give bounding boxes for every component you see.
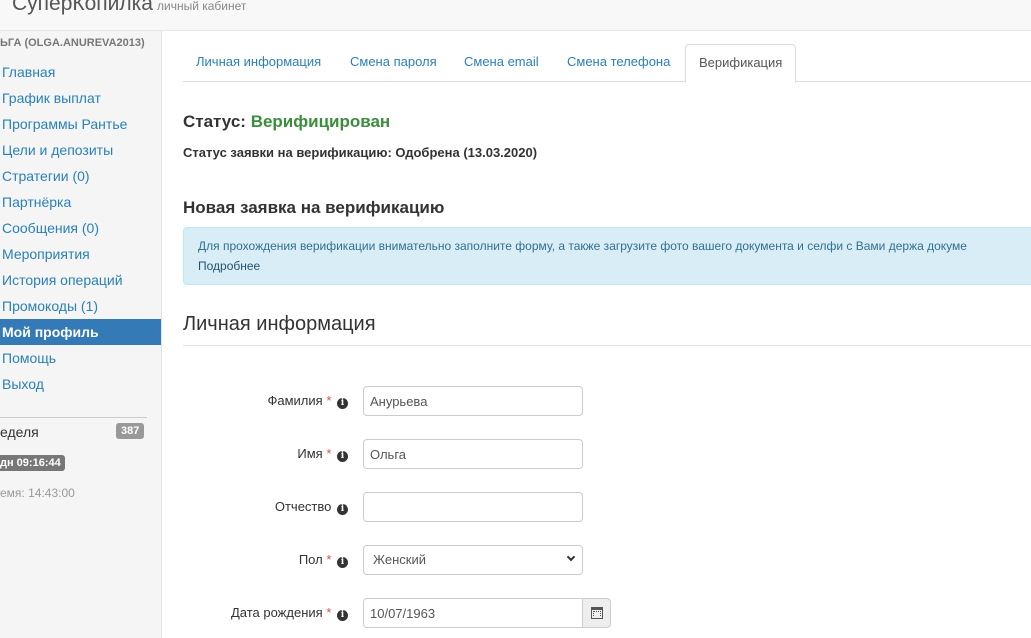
tab-change-phone[interactable]: Смена телефона	[554, 44, 683, 82]
sidebar-item-promocodes[interactable]: Промокоды (1)	[0, 293, 161, 319]
lastname-label-text: Фамилия	[267, 393, 323, 408]
status-label: Статус:	[183, 112, 246, 131]
tab-change-password[interactable]: Смена пароля	[337, 44, 450, 82]
firstname-input[interactable]	[363, 439, 583, 469]
more-link[interactable]: Подробнее	[198, 259, 260, 273]
info-icon[interactable]: i	[337, 398, 348, 409]
sidebar: ЬГА (OLGA.ANUREVA2013) Главная График вы…	[0, 31, 162, 638]
sidebar-item-affiliate[interactable]: Партнёрка	[0, 189, 161, 215]
required-mark: *	[326, 393, 332, 408]
info-icon[interactable]: i	[337, 557, 348, 568]
gender-label: Пол * i	[299, 552, 348, 568]
section-divider	[183, 345, 1031, 346]
required-mark: *	[326, 446, 332, 461]
info-icon[interactable]: i	[337, 504, 348, 515]
firstname-label-text: Имя	[297, 446, 323, 461]
brand-logo[interactable]: СуперКопилка личный кабинет	[12, 0, 246, 16]
profile-tabs: Личная информация Смена пароля Смена ema…	[183, 44, 1031, 83]
week-count-badge: 387	[116, 423, 145, 439]
sidebar-item-payment-schedule[interactable]: График выплат	[0, 85, 161, 111]
birthdate-label-text: Дата рождения	[230, 605, 323, 620]
tab-verification[interactable]: Верификация	[685, 44, 797, 83]
sidebar-item-events[interactable]: Мероприятия	[0, 241, 161, 267]
tab-personal-info[interactable]: Личная информация	[183, 44, 334, 82]
firstname-label: Имя * i	[297, 446, 348, 462]
info-icon[interactable]: i	[337, 610, 348, 621]
status-value: Верифицирован	[250, 112, 391, 131]
sidebar-user-name: ЬГА (OLGA.ANUREVA2013)	[0, 37, 145, 49]
birthdate-input[interactable]	[363, 598, 583, 628]
tab-change-email[interactable]: Смена email	[451, 44, 552, 82]
gender-select-value: Женский	[373, 552, 426, 567]
middlename-label-text: Отчество	[274, 499, 332, 514]
sidebar-item-help[interactable]: Помощь	[0, 345, 161, 371]
sidebar-divider	[0, 417, 147, 418]
required-mark: *	[326, 605, 332, 620]
required-mark: *	[326, 552, 332, 567]
middlename-label: Отчество i	[275, 499, 348, 515]
sidebar-item-goals-deposits[interactable]: Цели и депозиты	[0, 137, 161, 163]
sidebar-item-my-profile[interactable]: Мой профиль	[0, 319, 161, 345]
sidebar-item-home[interactable]: Главная	[0, 59, 161, 85]
lastname-input[interactable]	[363, 386, 583, 416]
info-icon[interactable]: i	[337, 451, 348, 462]
sidebar-item-operations-history[interactable]: История операций	[0, 267, 161, 293]
birthdate-label: Дата рождения * i	[231, 605, 348, 621]
gender-label-text: Пол	[298, 552, 323, 567]
sidebar-item-rentier-programs[interactable]: Программы Рантье	[0, 111, 161, 137]
alert-text: Для прохождения верификации внимательно …	[198, 239, 967, 253]
gender-select[interactable]: Женский	[363, 545, 583, 575]
sidebar-item-messages[interactable]: Сообщения (0)	[0, 215, 161, 241]
new-request-title: Новая заявка на верификацию	[183, 198, 445, 217]
brand-title: СуперКопилка	[12, 0, 153, 15]
section-title: Личная информация	[183, 313, 376, 335]
sidebar-item-logout[interactable]: Выход	[0, 371, 161, 397]
sidebar-item-strategies[interactable]: Стратегии (0)	[0, 163, 161, 189]
verification-status: Статус: Верифицирован	[183, 112, 390, 132]
server-time: емя: 14:43:00	[0, 486, 75, 500]
request-status: Статус заявки на верификацию: Одобрена (…	[183, 145, 538, 160]
lastname-label: Фамилия * i	[267, 393, 348, 409]
week-label: еделя	[0, 424, 39, 440]
chevron-down-icon	[566, 552, 576, 562]
info-alert: Для прохождения верификации внимательно …	[183, 227, 1031, 285]
sidebar-nav: Главная График выплат Программы Рантье Ц…	[0, 59, 161, 397]
middlename-input[interactable]	[363, 492, 583, 522]
brand-subtitle: личный кабинет	[157, 0, 247, 13]
timer-badge: дн 09:16:44	[0, 455, 65, 471]
calendar-icon	[591, 607, 603, 619]
top-header: СуперКопилка личный кабинет	[0, 0, 1031, 31]
calendar-button[interactable]	[582, 598, 611, 628]
